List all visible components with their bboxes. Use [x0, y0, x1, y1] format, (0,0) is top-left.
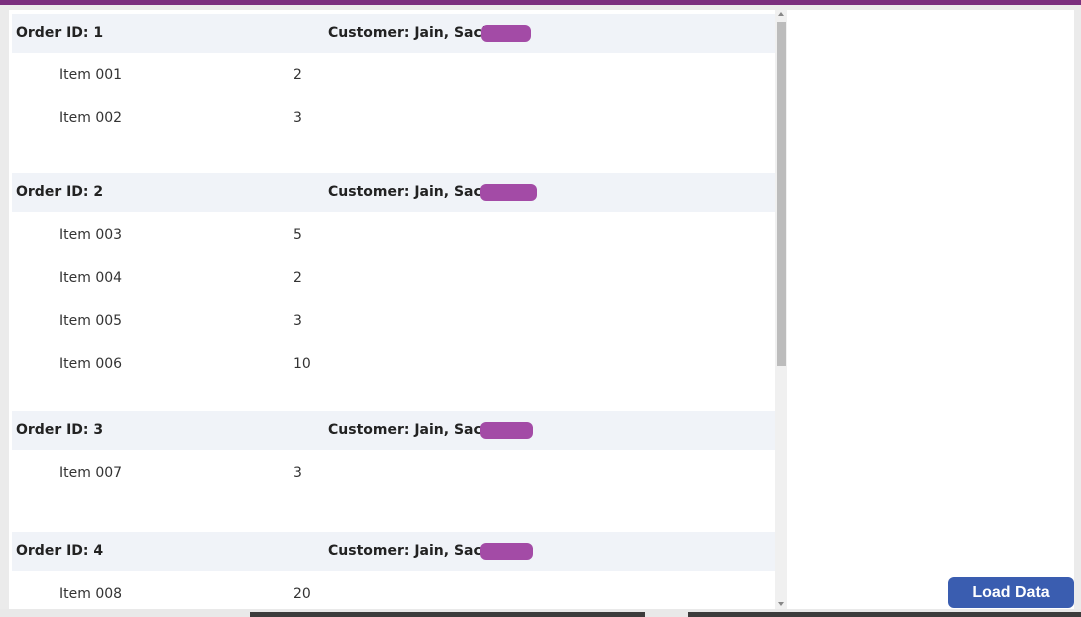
- order-header-row[interactable]: Order ID: 2 Customer: Jain, Sachin: [12, 173, 775, 212]
- order-id-label: Order ID: 3: [16, 422, 104, 438]
- item-name: Item 006: [59, 356, 123, 372]
- load-data-button[interactable]: Load Data: [948, 577, 1074, 608]
- item-name: Item 007: [59, 465, 123, 481]
- scrollbar-thumb[interactable]: [777, 22, 786, 366]
- item-quantity: 3: [293, 313, 302, 329]
- order-header-row[interactable]: Order ID: 4 Customer: Jain, Sachin: [12, 532, 775, 571]
- order-item-row[interactable]: Item 003 5: [12, 214, 775, 257]
- scroll-up-arrow-icon[interactable]: [778, 12, 784, 16]
- order-header-row[interactable]: Order ID: 3 Customer: Jain, Sachin: [12, 411, 775, 450]
- item-quantity: 5: [293, 227, 302, 243]
- orders-gallery: Order ID: 1 Customer: Jain, Sachin Item …: [12, 14, 775, 609]
- item-quantity: 10: [293, 356, 311, 372]
- order-id-label: Order ID: 2: [16, 184, 104, 200]
- item-quantity: 20: [293, 586, 311, 602]
- item-name: Item 002: [59, 110, 123, 126]
- redacted-customer-name: [480, 184, 537, 201]
- scroll-down-arrow-icon[interactable]: [778, 602, 784, 606]
- item-name: Item 003: [59, 227, 123, 243]
- order-item-row[interactable]: Item 004 2: [12, 257, 775, 300]
- order-id-label: Order ID: 4: [16, 543, 104, 559]
- order-item-row[interactable]: Item 002 3: [12, 97, 775, 140]
- item-quantity: 3: [293, 110, 302, 126]
- order-id-label: Order ID: 1: [16, 25, 104, 41]
- item-quantity: 2: [293, 67, 302, 83]
- customer-label: Customer: Jain, Sachin: [328, 25, 507, 41]
- item-name: Item 005: [59, 313, 123, 329]
- taskbar-segment: [250, 612, 645, 617]
- item-quantity: 2: [293, 270, 302, 286]
- redacted-customer-name: [481, 25, 531, 42]
- gallery-scrollbar[interactable]: [775, 10, 787, 609]
- order-item-row[interactable]: Item 008 20: [12, 573, 775, 609]
- order-item-row[interactable]: Item 001 2: [12, 54, 775, 97]
- item-quantity: 3: [293, 465, 302, 481]
- redacted-customer-name: [480, 543, 533, 560]
- order-item-row[interactable]: Item 007 3: [12, 452, 775, 495]
- item-name: Item 001: [59, 67, 123, 83]
- bottom-taskbar-strip: [0, 609, 1081, 617]
- app-screen: Order ID: 1 Customer: Jain, Sachin Item …: [9, 10, 1074, 609]
- item-name: Item 004: [59, 270, 123, 286]
- taskbar-segment: [688, 612, 1081, 617]
- order-item-row[interactable]: Item 005 3: [12, 300, 775, 343]
- order-item-row[interactable]: Item 006 10: [12, 343, 775, 386]
- order-header-row[interactable]: Order ID: 1 Customer: Jain, Sachin: [12, 14, 775, 53]
- redacted-customer-name: [480, 422, 533, 439]
- item-name: Item 008: [59, 586, 123, 602]
